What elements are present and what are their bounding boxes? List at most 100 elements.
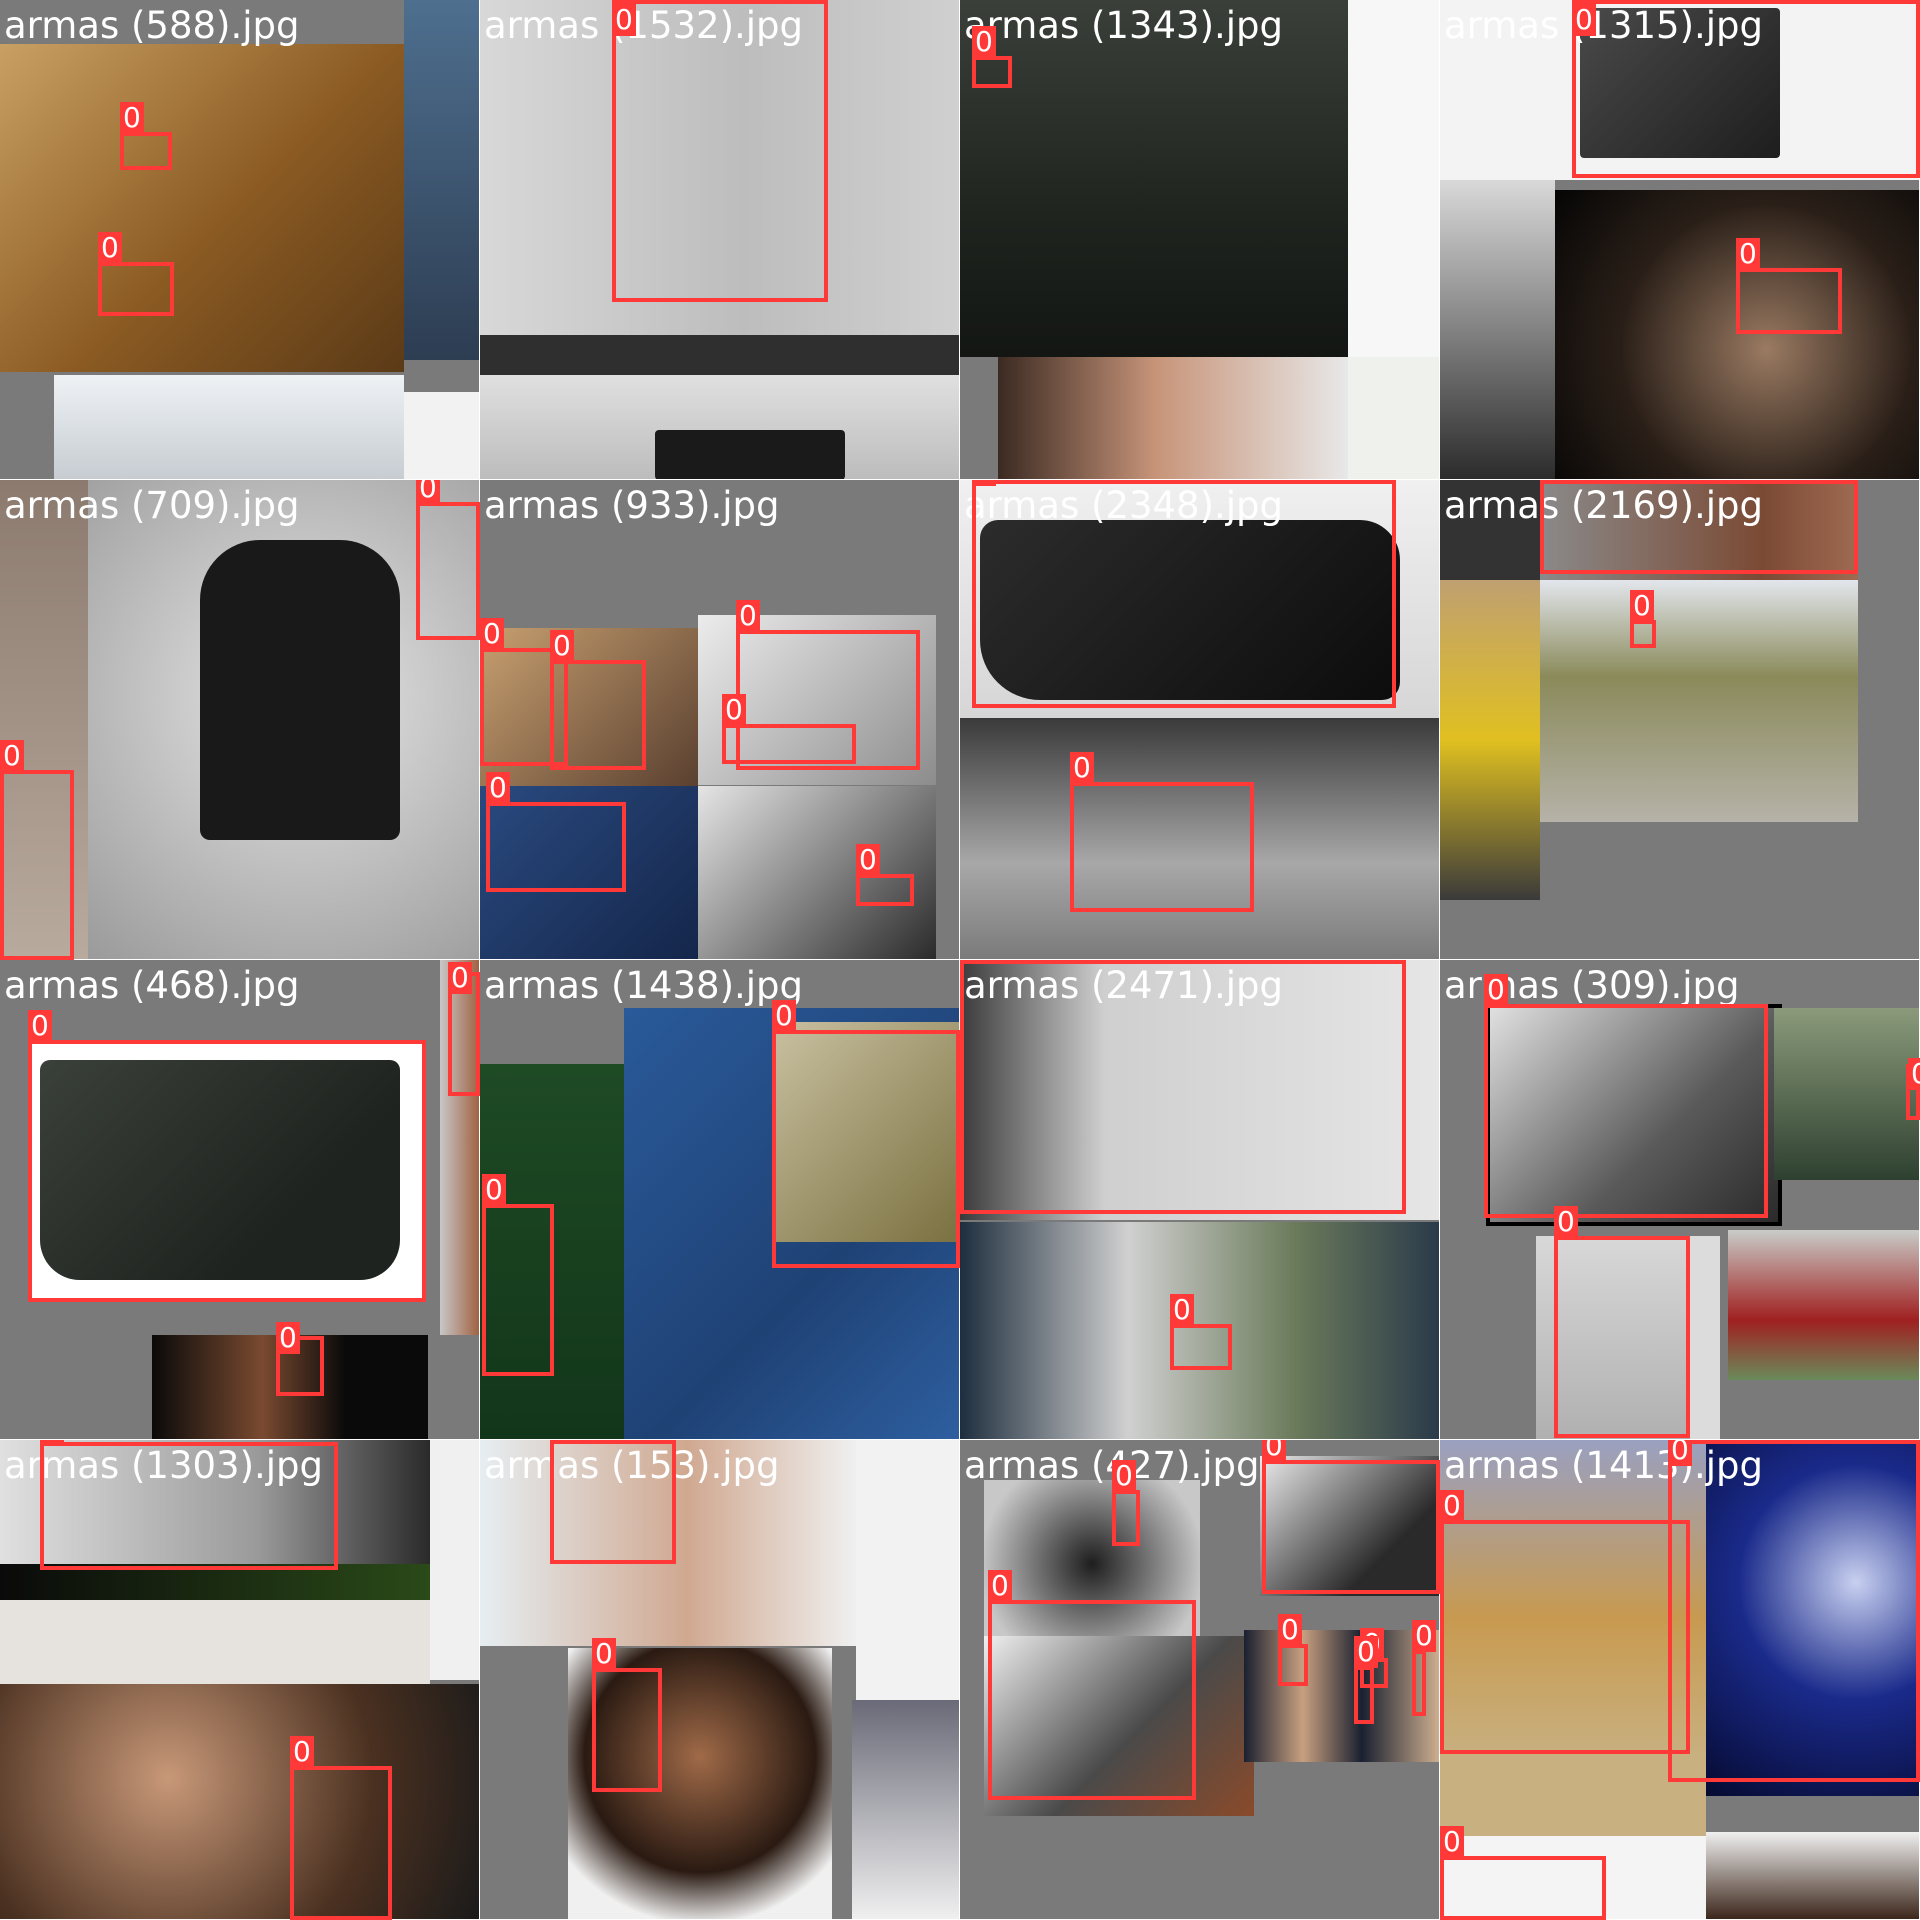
detection-box[interactable]: 0 (276, 1322, 324, 1396)
class-label: 0 (1540, 480, 1564, 482)
class-label: 0 (1668, 1440, 1692, 1466)
detection-box[interactable]: 0 (1112, 1460, 1140, 1546)
detection-box[interactable]: 0 (1070, 752, 1254, 912)
detection-box[interactable]: 0 (1440, 1826, 1606, 1920)
class-label: 0 (1354, 1636, 1378, 1668)
photo-main (0, 44, 404, 372)
class-label: 0 (856, 844, 880, 876)
detection-box[interactable]: 0 (1906, 1058, 1920, 1120)
detection-box[interactable]: 0 (486, 772, 626, 892)
detection-box[interactable]: 0 (1262, 1440, 1440, 1594)
class-label: 0 (98, 232, 122, 264)
detection-box[interactable]: 0 (988, 1570, 1196, 1800)
detection-box[interactable]: 0 (722, 694, 856, 764)
class-label: 0 (1112, 1460, 1136, 1492)
detection-box[interactable]: 0 (972, 480, 1396, 708)
detection-box[interactable]: 0 (772, 1000, 960, 1268)
detection-box[interactable]: 0 (120, 102, 172, 170)
photo-cowboy (1440, 180, 1555, 480)
detection-box[interactable]: 0 (1354, 1636, 1378, 1724)
class-label: 0 (612, 4, 636, 36)
photo-women-strip (1244, 1630, 1440, 1762)
detection-box[interactable]: 0 (856, 844, 914, 906)
detection-box[interactable]: 0 (416, 480, 480, 640)
detection-box[interactable]: 0 (1484, 974, 1768, 1218)
class-label: 0 (290, 1736, 314, 1768)
tile-armas-1303: armas (1303).jpg 0 0 (0, 1440, 480, 1920)
photo-white (856, 1440, 960, 1700)
detection-box[interactable]: 0 (592, 1638, 662, 1792)
filename-label: armas (468).jpg (4, 964, 300, 1007)
detection-box[interactable]: 0 (1440, 1490, 1690, 1754)
tile-armas-933: armas (933).jpg 0 0 0 0 0 0 (480, 480, 960, 960)
class-label: 0 (972, 480, 996, 486)
class-label: 0 (1278, 1614, 1302, 1646)
photo-tent (1440, 480, 1540, 580)
detection-box[interactable]: 0 (1630, 590, 1656, 648)
photo-tophat (698, 786, 936, 960)
class-label: 0 (1484, 974, 1508, 1006)
photo-sky (54, 375, 404, 480)
detection-box[interactable]: 0 (1540, 480, 1858, 574)
tile-armas-1413: armas (1413).jpg 0 0 0 (1440, 1440, 1920, 1920)
class-label: 0 (1554, 1206, 1578, 1238)
class-label: 0 (1908, 1058, 1920, 1090)
photo-woman-red (1728, 1230, 1920, 1380)
tile-armas-1532: armas (1532).jpg 0 (480, 0, 960, 480)
photo-person (1706, 1832, 1920, 1920)
tile-armas-1343: armas (1343).jpg 0 (960, 0, 1440, 480)
detection-box[interactable]: 0 (40, 1440, 338, 1570)
class-label: 0 (592, 1638, 616, 1670)
detection-box[interactable]: 0 (1278, 1614, 1308, 1686)
filename-label: armas (1438).jpg (484, 964, 804, 1007)
detection-box[interactable]: 0 (28, 1010, 426, 1302)
class-label: 0 (482, 1174, 506, 1206)
detection-box[interactable]: 0 (98, 232, 174, 316)
detection-box[interactable]: 0 (1572, 0, 1920, 178)
class-label: 0 (1070, 752, 1094, 784)
detection-box[interactable]: 0 (550, 1440, 676, 1564)
photo-grey (852, 1700, 960, 1920)
class-label: 0 (448, 962, 472, 994)
detection-box[interactable]: 0 (612, 0, 828, 302)
photo-banner (480, 335, 960, 375)
detection-box[interactable]: 0 (1412, 1620, 1436, 1716)
detection-box[interactable]: 0 (290, 1736, 392, 1920)
class-label: 0 (736, 600, 760, 632)
tile-armas-588: armas (588).jpg 0 0 (0, 0, 480, 480)
photo-shooter (1774, 1008, 1920, 1180)
class-label: 0 (1440, 1490, 1464, 1522)
detection-box[interactable]: 0 (960, 960, 1406, 1214)
class-label: 0 (1630, 590, 1654, 622)
photo-man (0, 1684, 480, 1920)
photo-crowd (404, 0, 480, 360)
photo-woman (998, 357, 1348, 480)
class-label: 0 (416, 480, 440, 504)
class-label: 0 (772, 1000, 796, 1032)
tile-armas-1315: armas (1315).jpg 0 0 (1440, 0, 1920, 480)
class-label: 0 (28, 1010, 52, 1042)
filename-label: armas (588).jpg (4, 4, 300, 47)
photo-man (1555, 190, 1920, 480)
photo-white (404, 392, 480, 480)
detection-box[interactable]: 0 (1736, 238, 1842, 334)
detection-box[interactable]: 0 (550, 630, 646, 770)
detection-box[interactable]: 0 (1554, 1206, 1690, 1438)
photo-canstock (1690, 1236, 1720, 1440)
detection-box[interactable]: 0 (482, 1174, 554, 1376)
tile-armas-1438: armas (1438).jpg 0 0 (480, 960, 960, 1440)
class-label: 0 (0, 740, 24, 772)
detection-box[interactable]: 0 (1668, 1440, 1920, 1782)
tile-armas-427: armas (427).jpg 0 0 0 0 0 0 0 (960, 1440, 1440, 1920)
detection-box[interactable]: 0 (972, 26, 1012, 88)
detection-box[interactable]: 0 (1170, 1294, 1232, 1370)
detection-box[interactable]: 0 (448, 962, 480, 1096)
tile-armas-153: armas (153).jpg 0 0 (480, 1440, 960, 1920)
detection-box[interactable]: 0 (0, 740, 74, 960)
photo-white (430, 1440, 480, 1680)
dark-object (655, 430, 845, 480)
photo-white-2 (1348, 357, 1440, 480)
tile-armas-2471: armas (2471).jpg 0 0 (960, 960, 1440, 1440)
class-label: 0 (1412, 1620, 1436, 1652)
class-label: 0 (722, 694, 746, 726)
